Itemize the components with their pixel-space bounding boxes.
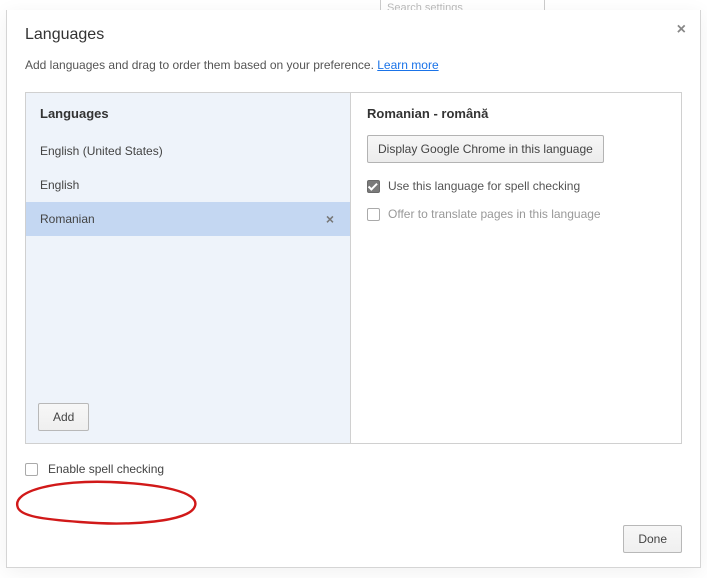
languages-list-panel: Languages English (United States) Englis… xyxy=(26,93,351,443)
learn-more-link[interactable]: Learn more xyxy=(377,58,438,72)
translate-checkbox[interactable] xyxy=(367,208,380,221)
spellcheck-option-label: Use this language for spell checking xyxy=(388,179,580,193)
remove-language-icon[interactable]: × xyxy=(324,212,336,226)
enable-spellcheck-label: Enable spell checking xyxy=(48,462,164,476)
translate-option-row[interactable]: Offer to translate pages in this languag… xyxy=(367,207,665,221)
dialog-footer: Done xyxy=(623,525,682,553)
language-item-label: Romanian xyxy=(40,212,95,226)
dialog-header: × Languages Add languages and drag to or… xyxy=(7,10,700,82)
language-item-label: English (United States) xyxy=(40,144,163,158)
language-item-en-us[interactable]: English (United States) xyxy=(26,134,350,168)
enable-spellcheck-row[interactable]: Enable spell checking xyxy=(25,462,700,476)
language-item-ro[interactable]: Romanian × xyxy=(26,202,350,236)
done-button[interactable]: Done xyxy=(623,525,682,553)
languages-dialog: × Languages Add languages and drag to or… xyxy=(6,10,701,568)
languages-list-header: Languages xyxy=(26,93,350,134)
add-language-button[interactable]: Add xyxy=(38,403,89,431)
language-item-en[interactable]: English xyxy=(26,168,350,202)
close-icon[interactable]: × xyxy=(677,22,686,38)
language-details-header: Romanian - română xyxy=(367,106,665,121)
dialog-subtitle: Add languages and drag to order them bas… xyxy=(25,58,682,72)
translate-option-label: Offer to translate pages in this languag… xyxy=(388,207,601,221)
subtitle-text: Add languages and drag to order them bas… xyxy=(25,58,377,72)
language-item-label: English xyxy=(40,178,79,192)
spellcheck-checkbox[interactable] xyxy=(367,180,380,193)
dialog-title: Languages xyxy=(25,26,682,44)
display-chrome-language-button[interactable]: Display Google Chrome in this language xyxy=(367,135,604,163)
language-details-panel: Romanian - română Display Google Chrome … xyxy=(351,93,681,443)
spellcheck-option-row[interactable]: Use this language for spell checking xyxy=(367,179,665,193)
panels-container: Languages English (United States) Englis… xyxy=(25,92,682,444)
enable-spellcheck-checkbox[interactable] xyxy=(25,463,38,476)
